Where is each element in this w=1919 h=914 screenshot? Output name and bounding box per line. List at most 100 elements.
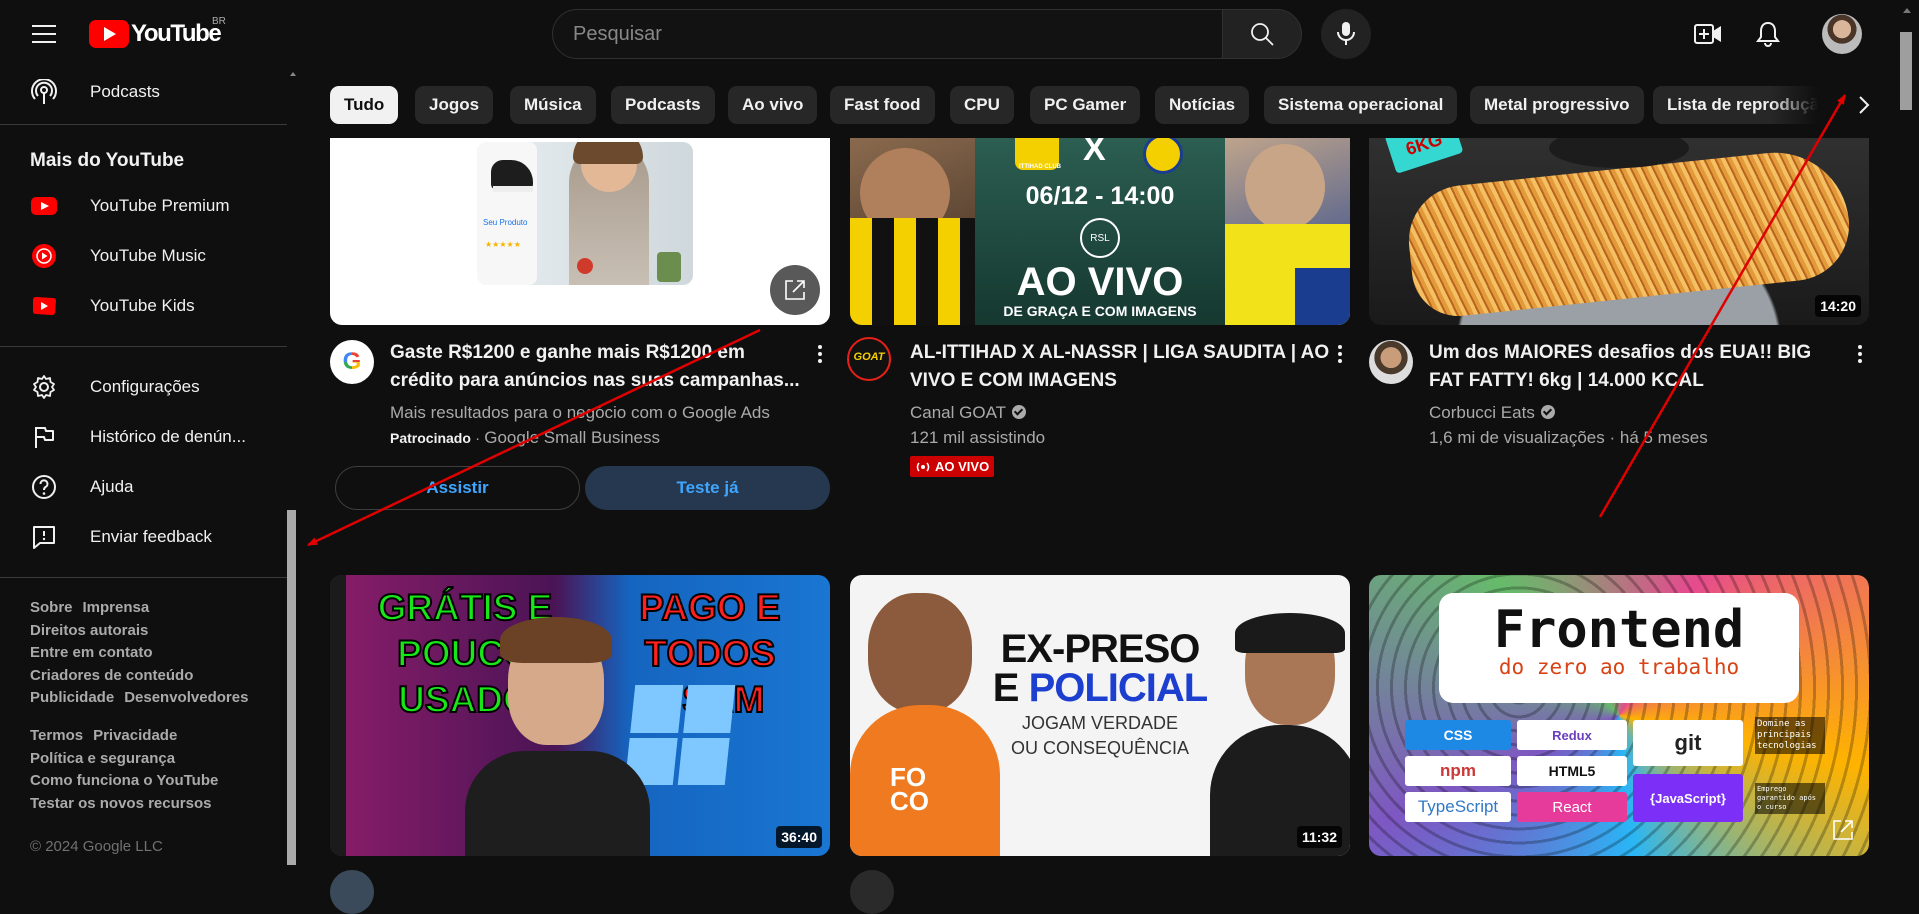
chip-ao-vivo[interactable]: Ao vivo xyxy=(728,86,818,124)
video-stats: 1,6 mi de visualizações · há 5 meses xyxy=(1429,428,1708,447)
goat-channel-avatar[interactable]: GOAT xyxy=(847,337,891,381)
sidebar-scroll-up-arrow[interactable] xyxy=(290,72,296,76)
footer-link-contato[interactable]: Entre em contato xyxy=(30,644,153,661)
footer-link-direitos[interactable]: Direitos autorais xyxy=(30,622,148,639)
footer-link-publicidade[interactable]: Publicidade xyxy=(30,689,114,706)
create-video-icon xyxy=(1694,24,1721,44)
versus-x: X xyxy=(1083,138,1106,168)
watch-button[interactable]: Assistir xyxy=(335,466,580,510)
more-options-icon[interactable] xyxy=(1848,342,1872,366)
footer-link-termos[interactable]: Termos xyxy=(30,727,83,744)
external-link-icon[interactable] xyxy=(1831,818,1855,842)
chip-noticias[interactable]: Notícias xyxy=(1155,86,1250,124)
channel-name[interactable]: Canal GOAT xyxy=(910,400,1027,425)
sidebar-item-podcasts[interactable]: Podcasts xyxy=(12,68,276,116)
top-bar: YouTube BR xyxy=(0,0,1919,68)
video-duration: 36:40 xyxy=(776,826,822,848)
page-scroll-up-arrow[interactable] xyxy=(1903,8,1911,13)
video-title[interactable]: Gaste R$1200 e ganhe mais R$1200 em créd… xyxy=(390,339,810,395)
chevron-right-icon xyxy=(1859,96,1870,114)
sidebar-item-report-history[interactable]: Histórico de denún... xyxy=(12,413,276,461)
chip-jogos[interactable]: Jogos xyxy=(415,86,494,124)
youtube-kids-icon xyxy=(30,292,58,320)
google-channel-avatar[interactable]: G xyxy=(330,340,374,384)
sidebar-item-label: Histórico de denún... xyxy=(90,427,246,446)
video-thumbnail[interactable]: GRÁTIS EPOUCOUSADO PAGO E TODOSUSAM 36:4… xyxy=(330,575,830,856)
bell-icon xyxy=(1756,21,1780,47)
account-avatar[interactable] xyxy=(1822,14,1862,54)
sidebar-item-label: Configurações xyxy=(90,377,200,396)
country-code: BR xyxy=(212,16,226,27)
footer-link-politica[interactable]: Política e segurança xyxy=(30,750,175,767)
footer-link-testar[interactable]: Testar os novos recursos xyxy=(30,795,211,812)
footer-link-criadores[interactable]: Criadores de conteúdo xyxy=(30,667,193,684)
person-left-shirt: FO CO xyxy=(850,705,1000,856)
rsl-logo: RSL xyxy=(1080,218,1120,258)
chip-musica[interactable]: Música xyxy=(510,86,596,124)
footer-link-desenvolvedores[interactable]: Desenvolvedores xyxy=(124,689,248,706)
chip-tudo[interactable]: Tudo xyxy=(330,86,399,124)
more-options-icon[interactable] xyxy=(808,342,832,366)
footer-link-como-funciona[interactable]: Como funciona o YouTube xyxy=(30,772,218,789)
voice-search-button[interactable] xyxy=(1321,9,1371,59)
logo-text: YouTube xyxy=(131,20,222,47)
sidebar-item-youtube-music[interactable]: YouTube Music xyxy=(12,232,276,280)
sidebar-item-label: Ajuda xyxy=(90,477,134,496)
sponsor-channel[interactable]: Google Small Business xyxy=(484,428,660,447)
sidebar-item-settings[interactable]: Configurações xyxy=(12,363,276,411)
search-button[interactable] xyxy=(1222,9,1302,59)
video-title[interactable]: Um dos MAIORES desafios dos EUA!! BIG FA… xyxy=(1429,339,1849,395)
notifications-button[interactable] xyxy=(1748,14,1788,54)
video-thumbnail[interactable]: FO CO EX-PRESO E POLICIAL JOGAM VERDADE … xyxy=(850,575,1350,856)
microphone-icon xyxy=(1337,22,1355,45)
help-icon xyxy=(30,473,58,501)
corbucci-channel-avatar[interactable] xyxy=(1369,340,1413,384)
video-thumbnail[interactable]: Frontend do zero ao trabalho CSS Redux g… xyxy=(1369,575,1869,856)
chip-metal-progressivo[interactable]: Metal progressivo xyxy=(1470,86,1644,124)
side-note: Domine as principais tecnologias xyxy=(1755,717,1825,754)
hamburger-menu-icon[interactable] xyxy=(26,18,66,50)
player-right-image xyxy=(1225,138,1350,325)
chip-pc-gamer[interactable]: PC Gamer xyxy=(1030,86,1141,124)
channel-name[interactable]: Corbucci Eats xyxy=(1429,400,1555,425)
video-title[interactable]: AL-ITTIHAD X AL-NASSR | LIGA SAUDITA | A… xyxy=(910,339,1330,395)
player-left-image xyxy=(850,138,975,325)
sidebar-item-send-feedback[interactable]: Enviar feedback xyxy=(12,513,276,561)
youtube-logo[interactable]: YouTube BR xyxy=(89,16,226,48)
match-date: 06/12 - 14:00 xyxy=(1025,182,1175,210)
live-big-text: AO VIVO xyxy=(1016,260,1184,304)
footer-link-sobre[interactable]: Sobre xyxy=(30,599,73,616)
video-thumbnail[interactable]: 6KG 14:20 xyxy=(1369,138,1869,325)
live-badge: AO VIVO xyxy=(910,456,995,477)
copyright-text: © 2024 Google LLC xyxy=(30,838,163,855)
channel-name-text: Canal GOAT xyxy=(910,403,1007,422)
try-now-button[interactable]: Teste já xyxy=(585,466,830,510)
divider xyxy=(0,346,287,347)
feedback-icon xyxy=(30,523,58,551)
sidebar-item-help[interactable]: Ajuda xyxy=(12,463,276,511)
sidebar-item-youtube-kids[interactable]: YouTube Kids xyxy=(12,282,276,330)
footer-link-imprensa[interactable]: Imprensa xyxy=(83,599,150,616)
ad-thumbnail[interactable]: Seu Produto ★★★★★ xyxy=(330,138,830,325)
chips-next-button[interactable] xyxy=(1843,84,1885,126)
chip-fast-food[interactable]: Fast food xyxy=(830,86,935,124)
live-badge-text: AO VIVO xyxy=(935,459,990,474)
sidebar-item-label: YouTube Kids xyxy=(90,296,195,315)
goat-avatar-text: GOAT xyxy=(853,351,885,363)
chips-fade xyxy=(1770,80,1850,130)
more-options-icon[interactable] xyxy=(1328,342,1352,366)
chip-sistema-operacional[interactable]: Sistema operacional xyxy=(1264,86,1458,124)
external-link-icon xyxy=(785,280,805,300)
page-scrollbar[interactable] xyxy=(1900,32,1912,110)
person-left-face xyxy=(868,593,972,713)
search-input[interactable] xyxy=(553,10,1222,58)
create-video-button[interactable] xyxy=(1688,14,1728,54)
live-sub-text: DE GRAÇA E COM IMAGENS xyxy=(1003,303,1197,319)
footer-link-privacidade[interactable]: Privacidade xyxy=(93,727,177,744)
video-thumbnail[interactable]: ITTIHAD CLUB X 06/12 - 14:00 RSL AO VIVO… xyxy=(850,138,1350,325)
external-link-button[interactable] xyxy=(770,265,820,315)
sidebar-scrollbar[interactable] xyxy=(287,510,296,865)
chip-cpu[interactable]: CPU xyxy=(950,86,1014,124)
chip-podcasts[interactable]: Podcasts xyxy=(611,86,715,124)
sidebar-item-youtube-premium[interactable]: YouTube Premium xyxy=(12,182,276,230)
